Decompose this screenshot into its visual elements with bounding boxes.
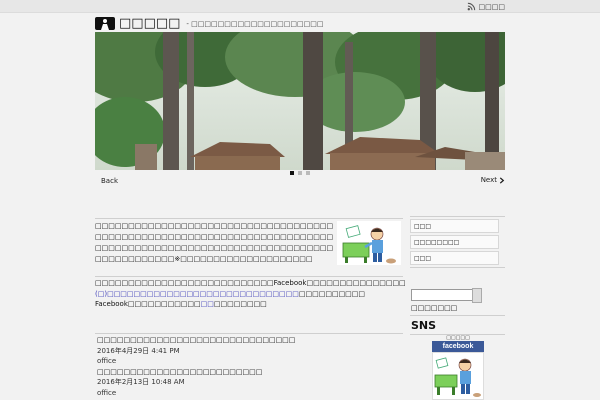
search-form	[410, 288, 505, 303]
chevron-right-icon	[499, 176, 505, 184]
search-button[interactable]	[472, 288, 482, 303]
slider-nav: Back Next	[95, 176, 505, 186]
notice-prefix-link[interactable]: (□)	[95, 290, 107, 298]
divider	[95, 333, 403, 334]
next-label: Next	[480, 176, 497, 184]
sidebar-menu-item[interactable]: □□□	[410, 219, 499, 233]
sidebar-divider	[410, 267, 505, 268]
sidebar: □□□ □□□□□□□□ □□□	[410, 216, 505, 268]
site-logo-icon[interactable]	[95, 17, 115, 30]
person-icon	[101, 19, 109, 30]
site-title[interactable]: □□□□□	[119, 16, 180, 31]
post-list: □□□□□□□□□□□□□□□□□□□□□□□□□□□□□□ 2016年4月29…	[97, 335, 403, 398]
intro-text: □□□□□□□□□□□□□□□□□□□□□□□□□□□□□□□□□□□□□□□□…	[95, 222, 334, 263]
search-label: □□□□□□□	[411, 304, 458, 312]
desk-worker-illustration	[434, 357, 481, 397]
post-author[interactable]: office	[97, 356, 403, 367]
sidebar-menu-item[interactable]: □□□	[410, 251, 499, 265]
forest-shrine-photo	[95, 32, 505, 170]
notice-line-3-suffix: □□□□□□□□	[213, 300, 267, 308]
post-date: 2016年4月29日 4:41 PM	[97, 346, 180, 355]
hero-slider-image	[95, 32, 505, 170]
notice-line-2: (□)□□□□□□□□□□□□□□□□□□□□□□□□□□□□□□□□□□□□□…	[95, 289, 403, 300]
notice-line-3-prefix: Facebook□□□□□□□□□□□	[95, 300, 201, 308]
list-item: □□□□□□□□□□□□□□□□□□□□□□□□□ 2016年2月13日 10:…	[97, 367, 403, 399]
desk-worker-illustration	[342, 225, 396, 264]
post-title[interactable]: □□□□□□□□□□□□□□□□□□□□□□□□□	[97, 367, 403, 378]
search-input[interactable]	[411, 289, 473, 301]
clerk-illustration	[337, 221, 401, 265]
intro-section: □□□□□□□□□□□□□□□□□□□□□□□□□□□□□□□□□□□□□□□□…	[95, 219, 403, 271]
sns-heading: SNS	[411, 319, 437, 332]
back-button[interactable]: Back	[101, 177, 118, 185]
post-date: 2016年2月13日 10:48 AM	[97, 378, 185, 386]
facebook-badge[interactable]: facebook	[432, 341, 484, 352]
slider-dots	[95, 170, 505, 175]
site-header: □□□□□ - □□□□□□□□□□□□□□□□□□□□	[95, 16, 323, 31]
slider-dot[interactable]	[306, 170, 310, 175]
sidebar-top-rule	[410, 216, 505, 217]
slider-dot[interactable]	[290, 170, 294, 175]
slider-dot[interactable]	[298, 170, 302, 175]
list-item: □□□□□□□□□□□□□□□□□□□□□□□□□□□□□□ 2016年4月29…	[97, 335, 403, 367]
notice-line-3: Facebook□□□□□□□□□□□□□□□□□□□□□	[95, 299, 403, 310]
notice-inline-link[interactable]: □□	[201, 300, 214, 308]
next-button[interactable]: Next	[481, 176, 505, 184]
notice-line-1: □□□□□□□□□□□□□□□□□□□□□□□□□□□Facebook□□□□□…	[95, 279, 406, 287]
notice-link[interactable]: □□□□□□□□□□□□□□□□□□□□□□□□□□□□□	[107, 290, 299, 298]
divider	[95, 276, 403, 277]
site-tagline: - □□□□□□□□□□□□□□□□□□□□	[186, 19, 324, 28]
post-author[interactable]: office	[97, 388, 403, 399]
rss-link[interactable]: □□□□	[467, 2, 505, 11]
notice-section: □□□□□□□□□□□□□□□□□□□□□□□□□□□Facebook□□□□□…	[95, 278, 406, 310]
rss-icon	[467, 2, 475, 11]
top-bar: □□□□	[0, 0, 600, 13]
notice-line-2-suffix: □□□□□□□□□□	[298, 289, 366, 298]
divider	[410, 315, 505, 316]
facebook-illustration[interactable]	[432, 352, 484, 400]
rss-label: □□□□	[478, 2, 505, 11]
post-title[interactable]: □□□□□□□□□□□□□□□□□□□□□□□□□□□□□□	[97, 335, 403, 346]
sidebar-menu-item[interactable]: □□□□□□□□	[410, 235, 499, 249]
